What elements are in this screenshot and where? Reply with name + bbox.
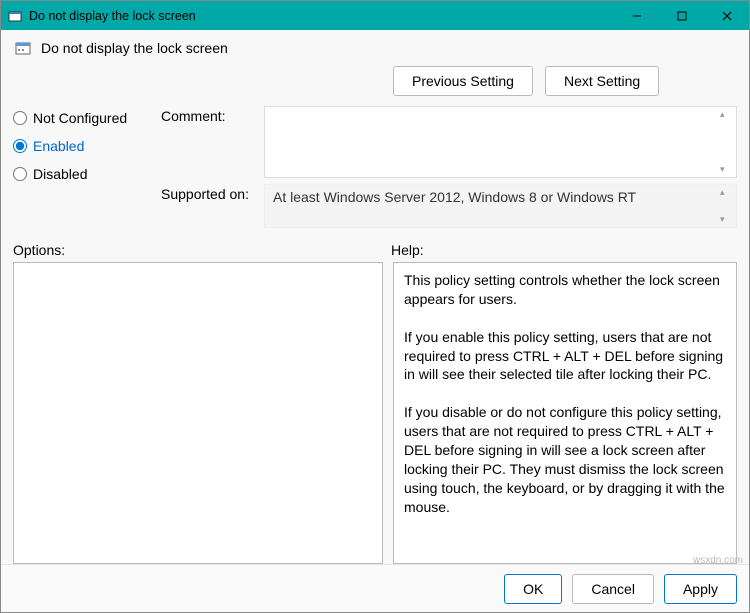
chevron-down-icon: ▾ <box>720 214 734 225</box>
settings-grid: Not Configured Enabled Disabled Comment:… <box>13 106 737 228</box>
titlebar: Do not display the lock screen <box>1 1 749 30</box>
supported-row: Supported on: At least Windows Server 20… <box>161 184 737 228</box>
supported-on-field: At least Windows Server 2012, Windows 8 … <box>264 184 737 228</box>
supported-label: Supported on: <box>161 184 256 202</box>
footer: OK Cancel Apply <box>1 564 749 612</box>
close-button[interactable] <box>704 1 749 30</box>
apply-button[interactable]: Apply <box>664 574 737 604</box>
panels-row: This policy setting controls whether the… <box>13 262 737 564</box>
minimize-button[interactable] <box>614 1 659 30</box>
comment-label: Comment: <box>161 106 256 124</box>
comment-scroll[interactable]: ▴▾ <box>720 109 734 175</box>
radio-enabled[interactable]: Enabled <box>13 138 143 154</box>
header-row: Do not display the lock screen <box>13 38 737 58</box>
radio-enabled-label: Enabled <box>33 138 84 154</box>
fields-column: Comment: ▴▾ Supported on: At least Windo… <box>161 106 737 228</box>
radio-enabled-input[interactable] <box>13 139 27 153</box>
radio-disabled-label: Disabled <box>33 166 87 182</box>
next-setting-button[interactable]: Next Setting <box>545 66 659 96</box>
radio-disabled-input[interactable] <box>13 167 27 181</box>
section-labels: Options: Help: <box>13 242 737 258</box>
window-title: Do not display the lock screen <box>29 9 614 23</box>
previous-setting-button[interactable]: Previous Setting <box>393 66 533 96</box>
options-label: Options: <box>13 242 391 258</box>
chevron-down-icon: ▾ <box>720 164 734 175</box>
ok-button[interactable]: OK <box>504 574 562 604</box>
page-title: Do not display the lock screen <box>41 40 737 56</box>
chevron-up-icon: ▴ <box>720 109 734 120</box>
radio-not-configured[interactable]: Not Configured <box>13 110 143 126</box>
policy-icon <box>13 38 33 58</box>
cancel-button[interactable]: Cancel <box>572 574 654 604</box>
help-panel[interactable]: This policy setting controls whether the… <box>393 262 737 564</box>
options-panel[interactable] <box>13 262 383 564</box>
content-area: Do not display the lock screen Previous … <box>1 30 749 564</box>
comment-input[interactable]: ▴▾ <box>264 106 737 178</box>
nav-buttons: Previous Setting Next Setting <box>393 66 737 96</box>
dialog-window: Do not display the lock screen Do not di… <box>0 0 750 613</box>
radio-disabled[interactable]: Disabled <box>13 166 143 182</box>
comment-row: Comment: ▴▾ <box>161 106 737 178</box>
state-radio-group: Not Configured Enabled Disabled <box>13 106 143 228</box>
supported-scroll[interactable]: ▴▾ <box>720 187 734 225</box>
app-icon <box>7 8 23 24</box>
maximize-button[interactable] <box>659 1 704 30</box>
radio-not-configured-label: Not Configured <box>33 110 127 126</box>
supported-value: At least Windows Server 2012, Windows 8 … <box>273 189 636 205</box>
radio-not-configured-input[interactable] <box>13 111 27 125</box>
chevron-up-icon: ▴ <box>720 187 734 198</box>
help-label: Help: <box>391 242 424 258</box>
